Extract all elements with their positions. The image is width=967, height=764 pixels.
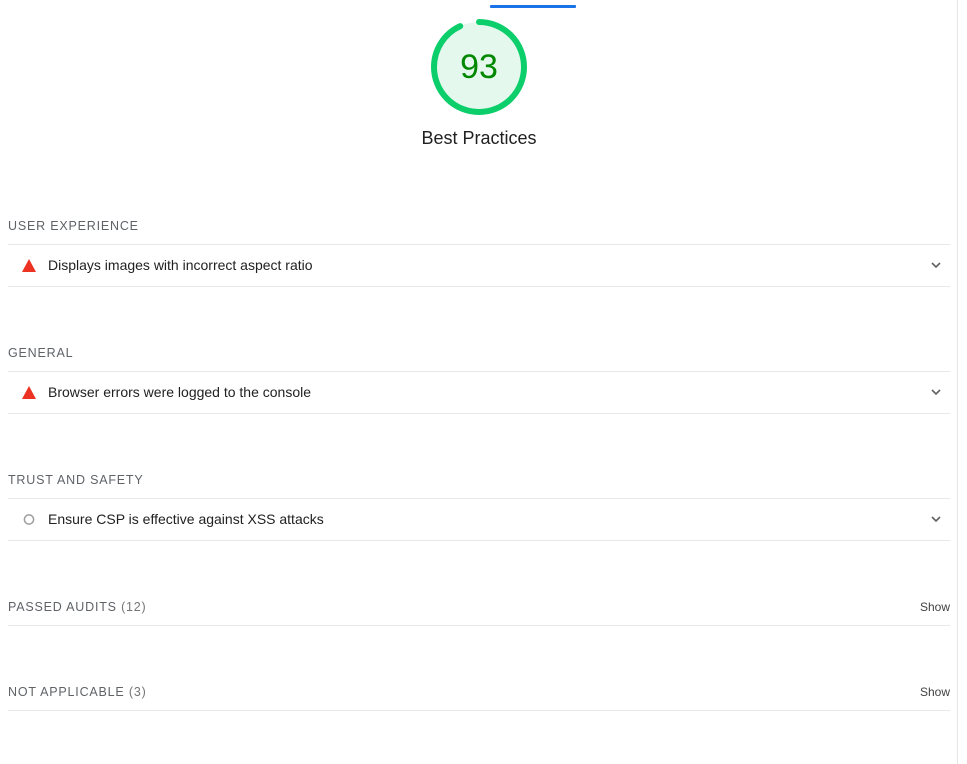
active-tab-indicator [490,5,576,8]
group-title-user-experience: USER EXPERIENCE [8,219,139,233]
audit-label: Ensure CSP is effective against XSS atta… [48,511,324,527]
audit-label: Browser errors were logged to the consol… [48,384,312,400]
audit-row-console-errors[interactable]: Browser errors were logged to the consol… [8,371,950,414]
score-gauge: 93 [429,17,529,117]
group-count: (3) [128,685,147,699]
score-value: 93 [460,48,498,86]
audit-label: Displays images with incorrect aspect ra… [48,257,313,273]
show-not-applicable-button[interactable]: Show [920,685,950,699]
audit-row-csp-xss[interactable]: Ensure CSP is effective against XSS atta… [8,498,950,541]
panel-border [957,0,958,764]
chevron-down-icon[interactable] [930,513,942,525]
group-title-not-applicable[interactable]: NOT APPLICABLE (3) [8,685,147,699]
show-passed-button[interactable]: Show [920,600,950,614]
group-count: (12) [121,600,147,614]
warning-triangle-icon [22,259,36,272]
circle-outline-icon [23,514,35,525]
group-title-general: GENERAL [8,346,74,360]
group-title-text: PASSED AUDITS [8,600,117,614]
group-title-trust-safety: TRUST AND SAFETY [8,473,144,487]
divider [8,710,950,711]
audit-row-image-aspect-ratio[interactable]: Displays images with incorrect aspect ra… [8,244,950,287]
group-title-text: NOT APPLICABLE [8,685,125,699]
chevron-down-icon[interactable] [930,259,942,271]
divider [8,625,950,626]
chevron-down-icon[interactable] [930,386,942,398]
group-title-passed-audits[interactable]: PASSED AUDITS (12) [8,600,147,614]
lighthouse-report: 93 Best Practices USER EXPERIENCE Displa… [0,0,967,764]
category-title: Best Practices [421,128,537,148]
warning-triangle-icon [22,386,36,399]
